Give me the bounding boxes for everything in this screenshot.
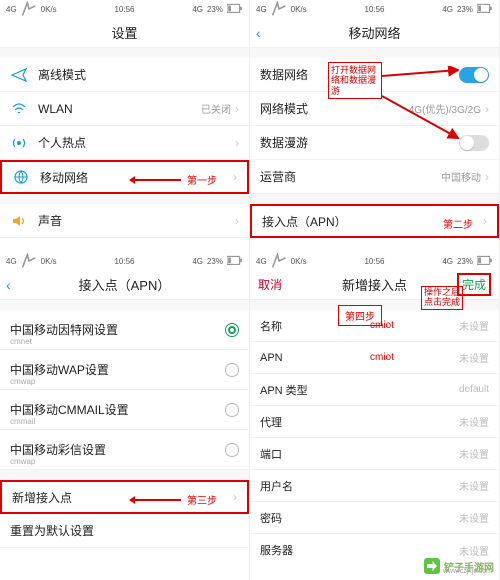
back-button[interactable]: ‹ (256, 25, 261, 41)
titlebar: ‹ 移动网络 (250, 18, 499, 48)
radio[interactable] (225, 323, 239, 337)
row-add-apn[interactable]: 新增接入点 › 第三步 (0, 480, 249, 514)
pane-new-apn: 4G0K/s 10:56 4G23% 取消 新增接入点 完成 名称未设置 APN… (250, 252, 500, 580)
status-bar: 4G0K/s 10:56 4G23% (250, 252, 499, 270)
radio[interactable] (225, 403, 239, 417)
airplane-icon (10, 66, 28, 84)
radio[interactable] (225, 363, 239, 377)
chevron-right-icon: › (235, 102, 239, 116)
row-sound[interactable]: 声音 › (0, 204, 249, 238)
wifi-icon (10, 100, 28, 118)
cancel-button[interactable]: 取消 (258, 276, 282, 293)
apn-item[interactable]: 中国移动因特网设置cmnet (0, 310, 249, 350)
apn-item[interactable]: 中国移动CMMAIL设置cmmail (0, 390, 249, 430)
page-title: 移动网络 (348, 23, 400, 42)
field-name[interactable]: 名称未设置 (250, 310, 499, 342)
pane-mobile-network: 4G0K/s 10:56 4G23% ‹ 移动网络 数据网络 网络模式 4G(优… (250, 0, 500, 252)
field-proxy[interactable]: 代理未设置 (250, 406, 499, 438)
chevron-right-icon: › (233, 490, 237, 504)
toggle-mobile-data[interactable] (459, 67, 489, 83)
page-title: 新增接入点 (342, 275, 407, 294)
row-carrier[interactable]: 运营商 中国移动 › (250, 160, 499, 194)
status-bar: 4G0K/s 10:56 4G23% (250, 0, 499, 18)
field-username[interactable]: 用户名未设置 (250, 470, 499, 502)
radio[interactable] (225, 443, 239, 457)
row-apn[interactable]: 接入点（APN） › 第二步 (250, 204, 499, 238)
titlebar: 取消 新增接入点 完成 (250, 270, 499, 300)
field-apn-type[interactable]: APN 类型default (250, 374, 499, 406)
chevron-right-icon: › (485, 170, 489, 184)
row-mobile-data[interactable]: 数据网络 (250, 58, 499, 92)
done-button[interactable]: 完成 (457, 273, 491, 296)
chevron-right-icon: › (233, 170, 237, 184)
titlebar: ‹ 接入点（APN） (0, 270, 249, 300)
row-airplane[interactable]: 离线模式 (0, 58, 249, 92)
pane-apn-list: 4G0K/s 10:56 4G23% ‹ 接入点（APN） 中国移动因特网设置c… (0, 252, 250, 580)
titlebar: 设置 (0, 18, 249, 48)
back-button[interactable]: ‹ (6, 277, 11, 293)
row-mobile-network[interactable]: 移动网络 › 第一步 (0, 160, 249, 194)
page-title: 接入点（APN） (79, 275, 171, 294)
chevron-right-icon: › (235, 214, 239, 228)
apn-item[interactable]: 中国移动彩信设置cmwap (0, 430, 249, 470)
battery-icon (227, 1, 243, 17)
field-server[interactable]: 服务器未设置 (250, 534, 499, 566)
pane-settings: 4G0K/s 10:56 4G23% 设置 离线模式 WLAN 已关闭 › 个人… (0, 0, 250, 252)
row-reset-apn[interactable]: 重置为默认设置 (0, 514, 249, 548)
status-bar: 4G0K/s 10:56 4G23% (0, 252, 249, 270)
sound-icon (10, 212, 28, 230)
apn-item[interactable]: 中国移动WAP设置cmwap (0, 350, 249, 390)
row-wlan[interactable]: WLAN 已关闭 › (0, 92, 249, 126)
row-hotspot[interactable]: 个人热点 › (0, 126, 249, 160)
row-network-mode[interactable]: 网络模式 4G(优先)/3G/2G › (250, 92, 499, 126)
row-data-roaming[interactable]: 数据漫游 (250, 126, 499, 160)
chevron-right-icon: › (235, 136, 239, 150)
field-apn[interactable]: APN未设置 (250, 342, 499, 374)
page-title: 设置 (111, 23, 137, 42)
globe-icon (12, 168, 30, 186)
status-bar: 4G0K/s 10:56 4G23% (0, 0, 249, 18)
toggle-roaming[interactable] (459, 135, 489, 151)
chevron-right-icon: › (483, 214, 487, 228)
field-password[interactable]: 密码未设置 (250, 502, 499, 534)
field-port[interactable]: 端口未设置 (250, 438, 499, 470)
hotspot-icon (10, 134, 28, 152)
chevron-right-icon: › (485, 102, 489, 116)
